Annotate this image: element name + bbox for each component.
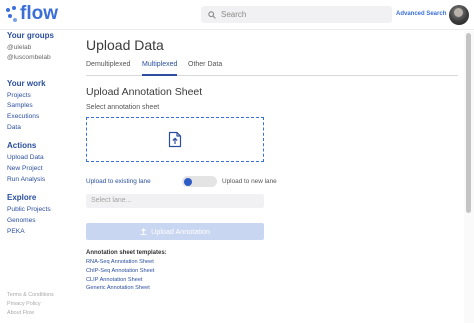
- lane-toggle-row: Upload to existing lane Upload to new la…: [86, 176, 286, 188]
- tab-other-data[interactable]: Other Data: [188, 61, 222, 76]
- new-lane-label[interactable]: Upload to new lane: [222, 178, 277, 185]
- tab-multiplexed[interactable]: Multiplexed: [142, 61, 178, 76]
- top-bar: flow Advanced Search: [0, 0, 474, 30]
- lane-toggle-knob: [184, 177, 192, 186]
- section-title: Upload Annotation Sheet: [86, 86, 203, 98]
- sidebar-heading-actions: Actions: [7, 141, 37, 150]
- search-input[interactable]: [221, 10, 381, 19]
- template-link-rna-seq[interactable]: RNA-Seq Annotation Sheet: [86, 259, 154, 265]
- sidebar-item-luscombelab[interactable]: @luscombelab: [7, 54, 51, 61]
- sidebar-heading-work: Your work: [7, 79, 46, 88]
- sidebar-item-data[interactable]: Data: [7, 124, 21, 131]
- logo-text: flow: [20, 3, 58, 24]
- sidebar-item-upload-data[interactable]: Upload Data: [7, 154, 44, 161]
- upload-tabs: Demultiplexed Multiplexed Other Data: [86, 59, 458, 76]
- sidebar-item-projects[interactable]: Projects: [7, 92, 31, 99]
- sidebar-item-samples[interactable]: Samples: [7, 102, 33, 109]
- flow-logo[interactable]: flow: [6, 4, 58, 24]
- search-icon: [208, 10, 216, 19]
- annotation-dropzone[interactable]: [86, 117, 264, 162]
- sidebar-item-new-project[interactable]: New Project: [7, 165, 43, 172]
- upload-annotation-label: Upload Annotation: [151, 227, 210, 236]
- sidebar-item-run-analysis[interactable]: Run Analysis: [7, 176, 45, 183]
- upload-annotation-button[interactable]: Upload Annotation: [86, 223, 264, 240]
- file-upload-icon: [168, 131, 182, 148]
- search-bar[interactable]: [201, 6, 392, 23]
- sidebar-item-public-projects[interactable]: Public Projects: [7, 206, 51, 213]
- sidebar-item-peka[interactable]: PEKA: [7, 228, 25, 235]
- template-link-chip-seq[interactable]: ChIP-Seq Annotation Sheet: [86, 268, 154, 274]
- footer-privacy-link[interactable]: Privacy Policy: [7, 301, 41, 307]
- templates-heading: Annotation sheet templates:: [86, 250, 167, 256]
- sidebar-heading-groups: Your groups: [7, 31, 54, 40]
- template-link-generic[interactable]: Generic Annotation Sheet: [86, 285, 150, 291]
- avatar[interactable]: [449, 5, 469, 25]
- select-annotation-label: Select annotation sheet: [86, 104, 160, 111]
- sidebar-heading-explore: Explore: [7, 193, 37, 202]
- page-scrollbar[interactable]: [464, 31, 474, 323]
- footer-terms-link[interactable]: Terms & Conditions: [7, 292, 54, 298]
- footer-about-link[interactable]: About Flow: [7, 310, 34, 316]
- existing-lane-label[interactable]: Upload to existing lane: [86, 178, 151, 185]
- upload-icon: [140, 228, 147, 235]
- flow-logo-icon: [6, 5, 18, 23]
- page-title: Upload Data: [86, 37, 164, 53]
- lane-select[interactable]: Select lane...: [86, 194, 264, 208]
- tab-demultiplexed[interactable]: Demultiplexed: [86, 61, 130, 76]
- template-link-clip[interactable]: CLIP Annotation Sheet: [86, 277, 143, 283]
- main-content: Upload Data Demultiplexed Multiplexed Ot…: [78, 31, 464, 323]
- scrollbar-thumb[interactable]: [466, 33, 471, 213]
- lane-toggle[interactable]: [182, 176, 217, 187]
- sidebar-item-ulelab[interactable]: @ulelab: [7, 44, 31, 51]
- sidebar-item-executions[interactable]: Executions: [7, 113, 39, 120]
- advanced-search-link[interactable]: Advanced Search: [396, 11, 446, 17]
- sidebar-item-genomes[interactable]: Genomes: [7, 217, 36, 224]
- sidebar: Your groups @ulelab @luscombelab Your wo…: [0, 31, 78, 323]
